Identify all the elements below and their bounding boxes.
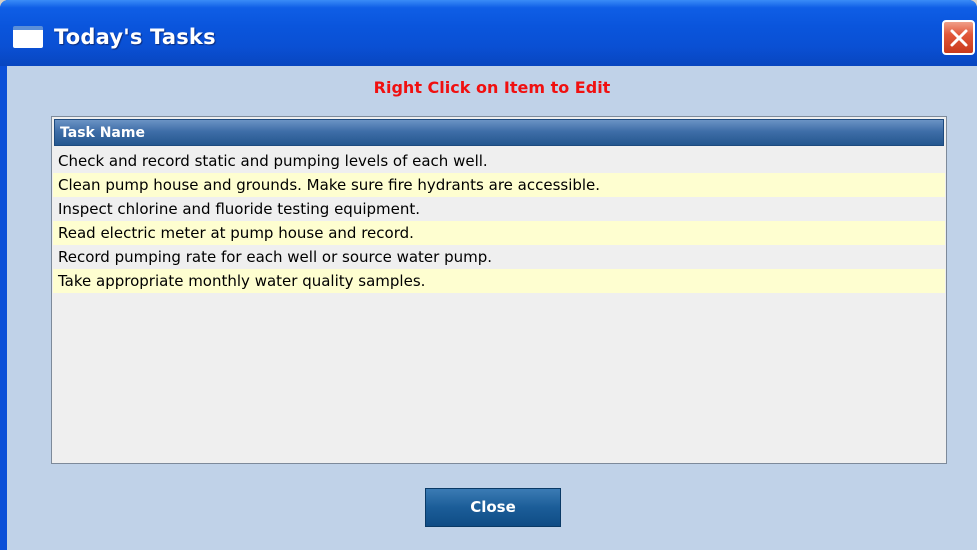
close-button[interactable]: Close <box>425 488 561 527</box>
window-title: Today's Tasks <box>54 25 216 49</box>
task-list[interactable]: Task Name Check and record static and pu… <box>51 116 947 464</box>
title-bar[interactable]: Today's Tasks <box>0 0 977 66</box>
column-header-task-name[interactable]: Task Name <box>54 119 944 146</box>
window-icon <box>13 26 43 48</box>
task-row[interactable]: Record pumping rate for each well or sou… <box>53 245 945 269</box>
task-row[interactable]: Take appropriate monthly water quality s… <box>53 269 945 293</box>
task-row[interactable]: Read electric meter at pump house and re… <box>53 221 945 245</box>
task-row[interactable]: Inspect chlorine and fluoride testing eq… <box>53 197 945 221</box>
edit-hint: Right Click on Item to Edit <box>373 78 611 97</box>
dialog-body: Right Click on Item to Edit Task Name Ch… <box>7 66 977 550</box>
tasks-dialog: Today's Tasks Right Click on Item to Edi… <box>0 0 977 550</box>
task-row[interactable]: Clean pump house and grounds. Make sure … <box>53 173 945 197</box>
close-window-button[interactable] <box>942 20 975 55</box>
column-header-label: Task Name <box>60 125 145 141</box>
task-rows: Check and record static and pumping leve… <box>53 149 945 293</box>
task-row[interactable]: Check and record static and pumping leve… <box>53 149 945 173</box>
close-icon <box>950 29 968 47</box>
